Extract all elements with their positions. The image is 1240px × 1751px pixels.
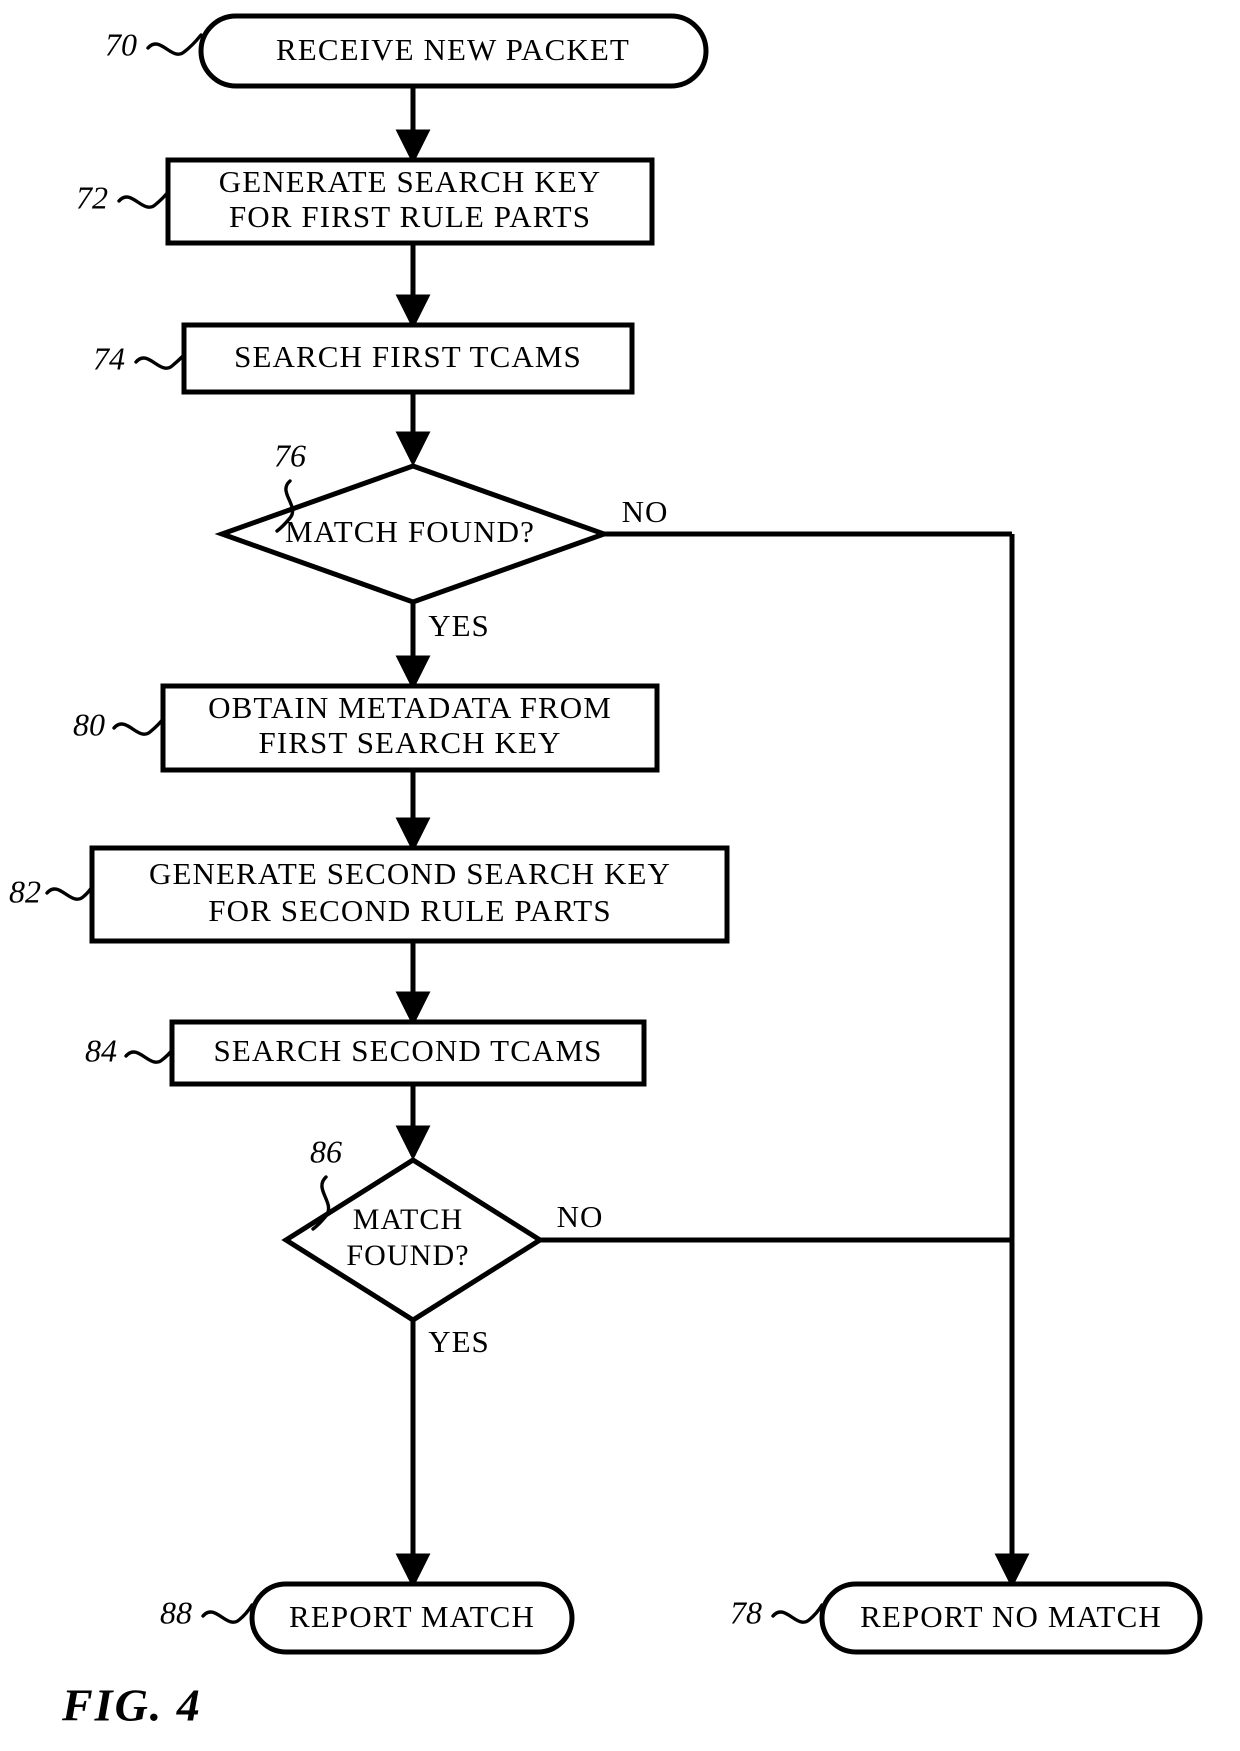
node-label-78: REPORT NO MATCH [860, 1599, 1162, 1634]
node-label-70: RECEIVE NEW PACKET [276, 32, 630, 67]
flowchart-diagram: RECEIVE NEW PACKET 70 GENERATE SEARCH KE… [9, 13, 1203, 1731]
leader-line-78 [771, 1603, 824, 1624]
node-report-match[interactable]: REPORT MATCH 88 [160, 1581, 575, 1655]
leader-line-70 [146, 33, 203, 56]
node-search-second-tcams[interactable]: SEARCH SECOND TCAMS 84 [85, 1019, 647, 1087]
node-label-86-line1: MATCH [353, 1203, 464, 1236]
node-obtain-metadata[interactable]: OBTAIN METADATA FROM FIRST SEARCH KEY 80 [73, 683, 660, 773]
leader-line-82 [45, 885, 94, 901]
node-label-88: REPORT MATCH [289, 1599, 535, 1634]
node-label-82-line1: GENERATE SECOND SEARCH KEY [149, 856, 671, 891]
branch-label-second-yes: YES [428, 1324, 490, 1359]
patent-figure: RECEIVE NEW PACKET 70 GENERATE SEARCH KE… [0, 0, 1240, 1751]
branch-label-first-no: NO [622, 494, 669, 529]
ref-number-86: 86 [310, 1133, 342, 1169]
branch-label-first-yes: YES [428, 608, 490, 643]
node-label-72-line1: GENERATE SEARCH KEY [219, 164, 602, 199]
leader-line-88 [201, 1603, 254, 1624]
node-generate-second-search-key[interactable]: GENERATE SECOND SEARCH KEY FOR SECOND RU… [9, 845, 730, 944]
leader-line-72 [117, 190, 170, 209]
node-label-82-line2: FOR SECOND RULE PARTS [208, 893, 611, 928]
leader-line-84 [124, 1048, 174, 1064]
ref-number-84: 84 [85, 1032, 117, 1068]
ref-number-82: 82 [9, 873, 41, 909]
node-second-match-decision[interactable]: MATCH FOUND? 86 [281, 1133, 545, 1323]
node-label-76: MATCH FOUND? [285, 514, 535, 549]
branch-label-second-no: NO [557, 1199, 604, 1234]
node-receive-new-packet[interactable]: RECEIVE NEW PACKET 70 [105, 13, 709, 89]
node-first-match-decision[interactable]: MATCH FOUND? 76 [214, 437, 612, 605]
ref-number-74: 74 [93, 340, 125, 376]
figure-caption: FIG. 4 [61, 1680, 202, 1731]
node-label-80-line2: FIRST SEARCH KEY [259, 725, 562, 760]
node-label-80-line1: OBTAIN METADATA FROM [208, 690, 612, 725]
leader-line-74 [134, 353, 186, 370]
ref-number-76: 76 [274, 437, 306, 473]
ref-number-80: 80 [73, 706, 105, 742]
node-label-84: SEARCH SECOND TCAMS [214, 1033, 603, 1068]
node-label-74: SEARCH FIRST TCAMS [234, 339, 582, 374]
node-search-first-tcams[interactable]: SEARCH FIRST TCAMS 74 [93, 322, 635, 395]
connector-layer [395, 86, 1030, 1589]
node-generate-first-search-key[interactable]: GENERATE SEARCH KEY FOR FIRST RULE PARTS… [76, 157, 655, 246]
node-label-86-line2: FOUND? [346, 1239, 469, 1272]
ref-number-72: 72 [76, 179, 108, 215]
leader-line-80 [112, 717, 165, 736]
ref-number-70: 70 [105, 26, 137, 62]
ref-number-88: 88 [160, 1594, 192, 1630]
node-report-no-match[interactable]: REPORT NO MATCH 78 [730, 1581, 1203, 1655]
node-label-72-line2: FOR FIRST RULE PARTS [229, 199, 591, 234]
ref-number-78: 78 [730, 1594, 762, 1630]
